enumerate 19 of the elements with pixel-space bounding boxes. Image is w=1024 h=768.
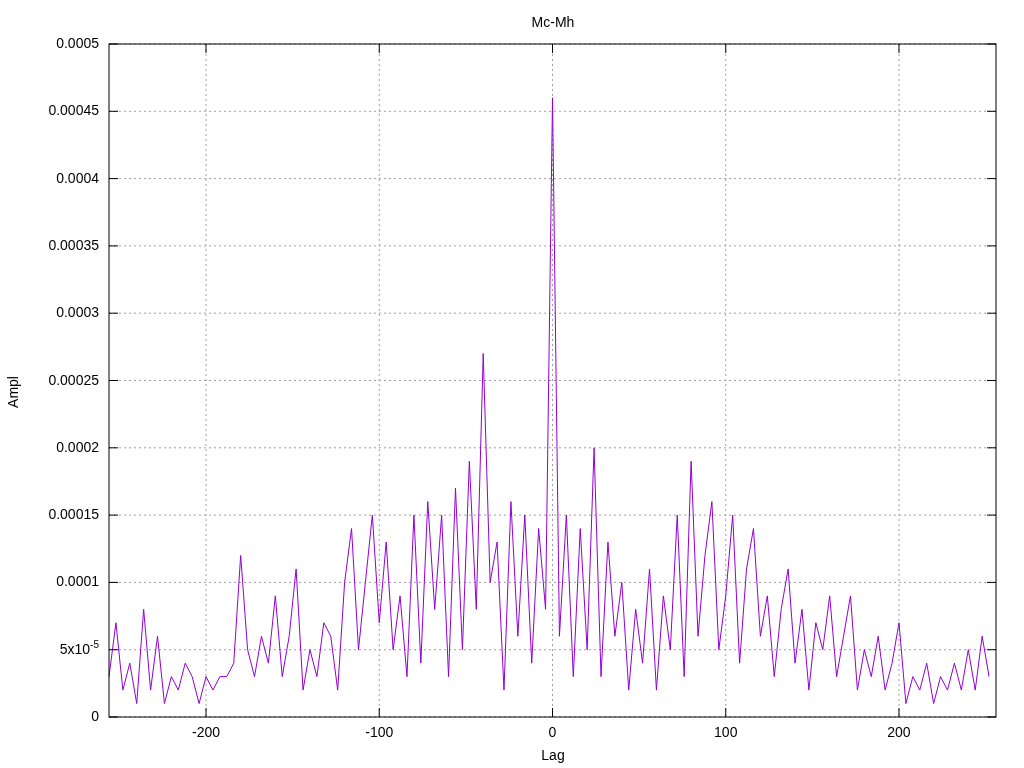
- y-tick-label: 0.00025: [48, 371, 99, 388]
- x-tick-label: 200: [887, 724, 911, 740]
- x-tick-label: 0: [548, 724, 557, 740]
- y-tick-label: 0: [91, 708, 99, 724]
- y-tick-label: 0.0005: [56, 35, 99, 51]
- x-tick-label: -100: [365, 724, 394, 740]
- y-tick-label: 0.0001: [56, 573, 99, 590]
- y-axis-label: Ampl: [5, 376, 21, 408]
- y-tick-label: 0.0002: [56, 438, 99, 455]
- x-tick-label: 100: [714, 724, 738, 740]
- y-tick-label: 0.00045: [48, 102, 99, 119]
- x-axis-label: Lag: [541, 747, 565, 763]
- y-tick-label: 0.0003: [56, 304, 99, 321]
- y-tick-label: 0.00015: [48, 506, 99, 523]
- y-tick-label: 5x10$^{-5}$: [59, 640, 99, 657]
- x-tick-label: -200: [192, 724, 221, 740]
- y-tick-label: 0.00035: [48, 236, 99, 253]
- y-tick-label: 0.0004: [56, 169, 99, 186]
- chart-title: Mc-Mh: [531, 14, 575, 30]
